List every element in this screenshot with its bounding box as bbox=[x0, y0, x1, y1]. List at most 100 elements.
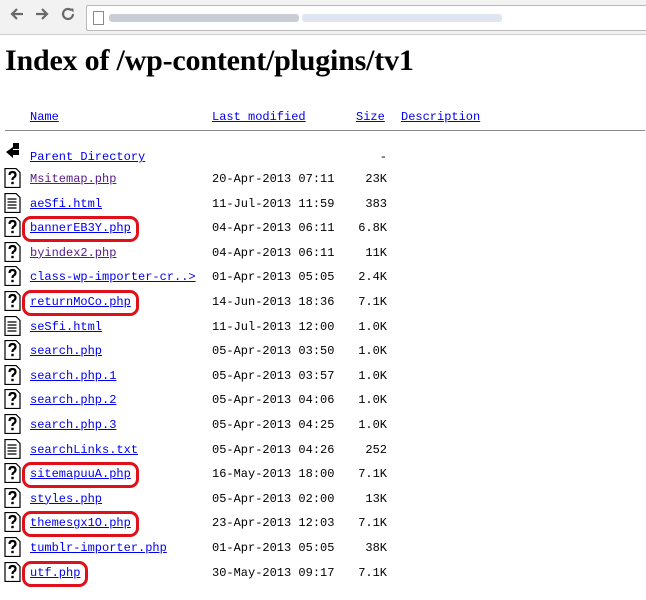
back-button[interactable] bbox=[6, 5, 28, 27]
file-row: bannerEB3Y.php 04-Apr-2013 06:11 6.8K bbox=[0, 217, 646, 241]
text-file-icon bbox=[4, 315, 21, 336]
file-modified: 11-Jul-2013 11:59 bbox=[212, 196, 335, 211]
file-name-cell: aeSfi.html bbox=[30, 197, 102, 211]
file-link[interactable]: returnMoCo.php bbox=[30, 295, 131, 309]
file-size: 1.0K bbox=[358, 344, 387, 359]
file-modified: 16-May-2013 18:00 bbox=[212, 467, 335, 482]
file-row: sitemapuuA.php 16-May-2013 18:00 7.1K bbox=[0, 463, 646, 487]
file-row: seSfi.html 11-Jul-2013 12:00 1.0K bbox=[0, 315, 646, 340]
file-name-cell: returnMoCo.php bbox=[30, 295, 131, 309]
file-link[interactable]: sitemapuuA.php bbox=[30, 467, 131, 481]
address-bar[interactable] bbox=[86, 5, 646, 31]
arrow-right-icon bbox=[36, 8, 49, 20]
file-size: 383 bbox=[365, 196, 387, 211]
file-link[interactable]: search.php.2 bbox=[30, 393, 116, 407]
file-name-cell: seSfi.html bbox=[30, 320, 102, 334]
file-name-cell: search.php.1 bbox=[30, 369, 116, 383]
file-size: 7.1K bbox=[358, 467, 387, 482]
file-link[interactable]: styles.php bbox=[30, 492, 102, 506]
file-row: search.php.2 05-Apr-2013 04:06 1.0K bbox=[0, 389, 646, 413]
unknown-file-icon bbox=[4, 241, 21, 262]
file-size: 7.1K bbox=[358, 516, 387, 531]
file-link[interactable]: tumblr-importer.php bbox=[30, 541, 167, 555]
file-row: Msitemap.php 20-Apr-2013 07:11 23K bbox=[0, 168, 646, 192]
file-modified: 05-Apr-2013 04:25 bbox=[212, 418, 335, 432]
file-name-cell: byindex2.php bbox=[30, 246, 116, 260]
file-modified: 11-Jul-2013 12:00 bbox=[212, 319, 335, 334]
file-modified: 14-Jun-2013 18:36 bbox=[212, 295, 335, 309]
file-link[interactable]: search.php.3 bbox=[30, 418, 116, 432]
file-name-cell: sitemapuuA.php bbox=[30, 467, 131, 481]
file-row: searchLinks.txt 05-Apr-2013 04:26 252 bbox=[0, 438, 646, 463]
file-size: 1.0K bbox=[358, 319, 387, 334]
file-size: 252 bbox=[365, 442, 387, 457]
file-modified: 30-May-2013 09:17 bbox=[212, 565, 335, 580]
file-size: 38K bbox=[365, 541, 387, 555]
column-header-description[interactable]: Description bbox=[401, 110, 480, 124]
file-modified: 04-Apr-2013 06:11 bbox=[212, 245, 335, 260]
unknown-file-icon bbox=[4, 340, 21, 361]
file-link[interactable]: utf.php bbox=[30, 566, 80, 580]
file-row: tumblr-importer.php 01-Apr-2013 05:05 38K bbox=[0, 537, 646, 561]
file-link[interactable]: bannerEB3Y.php bbox=[30, 221, 131, 235]
file-name-cell: class-wp-importer-cr..> bbox=[30, 270, 196, 284]
file-name-cell: search.php.2 bbox=[30, 393, 116, 407]
file-size: 11K bbox=[365, 245, 387, 260]
unknown-file-icon bbox=[4, 414, 21, 434]
file-modified: 05-Apr-2013 04:26 bbox=[212, 442, 335, 457]
file-size: 23K bbox=[365, 172, 387, 186]
page-title: Index of /wp-content/plugins/tv1 bbox=[5, 44, 414, 77]
file-modified: 01-Apr-2013 05:05 bbox=[212, 541, 335, 555]
forward-button[interactable] bbox=[31, 5, 53, 27]
file-link[interactable]: byindex2.php bbox=[30, 246, 116, 260]
file-name-cell: search.php.3 bbox=[30, 418, 116, 432]
file-modified: 01-Apr-2013 05:05 bbox=[212, 270, 335, 285]
file-row: byindex2.php 04-Apr-2013 06:11 11K bbox=[0, 241, 646, 266]
file-link[interactable]: class-wp-importer-cr..> bbox=[30, 270, 196, 284]
file-row: search.php 05-Apr-2013 03:50 1.0K bbox=[0, 340, 646, 364]
file-link[interactable]: search.php.1 bbox=[30, 369, 116, 383]
file-modified: 23-Apr-2013 12:03 bbox=[212, 516, 335, 531]
file-name-cell: styles.php bbox=[30, 492, 102, 506]
file-name-cell: search.php bbox=[30, 344, 102, 358]
parent-directory-row: Parent Directory - bbox=[0, 140, 646, 164]
page-icon bbox=[93, 11, 104, 25]
unknown-file-icon bbox=[4, 389, 21, 410]
unknown-file-icon bbox=[4, 512, 21, 533]
column-header-size[interactable]: Size bbox=[356, 110, 385, 124]
file-size: 7.1K bbox=[358, 295, 387, 309]
unknown-file-icon bbox=[4, 487, 21, 508]
file-name-cell: bannerEB3Y.php bbox=[30, 221, 131, 235]
file-link[interactable]: searchLinks.txt bbox=[30, 443, 138, 457]
header-divider bbox=[5, 130, 645, 131]
file-size: 13K bbox=[365, 491, 387, 506]
column-header-name[interactable]: Name bbox=[30, 110, 59, 124]
file-link[interactable]: seSfi.html bbox=[30, 320, 102, 334]
text-file-icon bbox=[4, 192, 21, 213]
unknown-file-icon bbox=[4, 537, 21, 557]
file-name-cell: tumblr-importer.php bbox=[30, 541, 167, 555]
file-link[interactable]: aeSfi.html bbox=[30, 197, 102, 211]
parent-size: - bbox=[379, 150, 387, 164]
unknown-file-icon bbox=[4, 217, 21, 238]
file-modified: 05-Apr-2013 02:00 bbox=[212, 491, 335, 506]
unknown-file-icon bbox=[4, 291, 21, 311]
file-link[interactable]: search.php bbox=[30, 344, 102, 358]
file-row: utf.php 30-May-2013 09:17 7.1K bbox=[0, 561, 646, 586]
unknown-file-icon bbox=[4, 168, 21, 188]
reload-button[interactable] bbox=[57, 5, 79, 27]
parent-directory-link[interactable]: Parent Directory bbox=[30, 150, 145, 164]
unknown-file-icon bbox=[4, 463, 21, 484]
file-link[interactable]: themesgx1O.php bbox=[30, 516, 131, 530]
file-size: 1.0K bbox=[358, 368, 387, 383]
unknown-file-icon bbox=[4, 561, 21, 582]
file-name-cell: themesgx1O.php bbox=[30, 516, 131, 530]
file-link[interactable]: Msitemap.php bbox=[30, 172, 116, 186]
column-header-last-modified[interactable]: Last modified bbox=[212, 110, 306, 124]
reload-icon bbox=[61, 7, 75, 21]
file-modified: 05-Apr-2013 03:57 bbox=[212, 368, 335, 383]
file-modified: 05-Apr-2013 04:06 bbox=[212, 393, 335, 408]
file-size: 1.0K bbox=[358, 393, 387, 408]
file-name-cell: searchLinks.txt bbox=[30, 443, 138, 457]
redacted-url-path bbox=[302, 14, 502, 22]
